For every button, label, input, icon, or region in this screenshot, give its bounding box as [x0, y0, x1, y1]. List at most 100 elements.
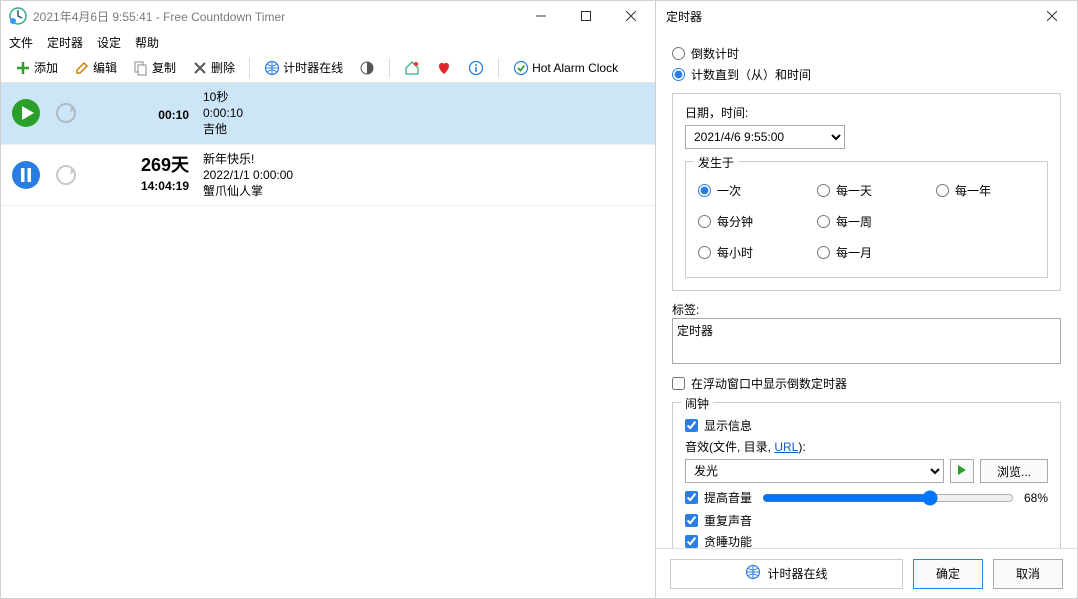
volume-slider[interactable]: [762, 490, 1014, 506]
freq-year[interactable]: 每一年: [936, 182, 1035, 199]
online-label: 计时器在线: [283, 59, 343, 76]
dialog-titlebar: 定时器: [656, 1, 1077, 31]
menu-file[interactable]: 文件: [9, 34, 33, 51]
minimize-button[interactable]: [518, 1, 563, 31]
volume-checkbox[interactable]: [685, 491, 698, 504]
repeat-row[interactable]: 重复声音: [685, 512, 1048, 529]
freq-hour[interactable]: 每小时: [698, 244, 797, 261]
showinfo-checkbox[interactable]: [685, 419, 698, 432]
pause-icon[interactable]: [11, 160, 41, 190]
main-window: 2021年4月6日 9:55:41 - Free Countdown Timer…: [0, 0, 656, 599]
volume-label: 提高音量: [704, 489, 752, 506]
menu-settings[interactable]: 设定: [97, 34, 121, 51]
dialog-close-button[interactable]: [1037, 1, 1067, 31]
tag-textarea[interactable]: 定时器: [672, 318, 1061, 364]
dialog-body: 倒数计时 计数直到（从）和时间 日期，时间: 2021/4/6 9:55:00 …: [656, 31, 1077, 548]
info-icon: [468, 60, 484, 76]
plus-icon: [15, 60, 31, 76]
url-link[interactable]: URL: [774, 440, 798, 454]
timer-meta: 10秒0:00:10吉他: [203, 89, 243, 138]
online-button[interactable]: 计时器在线: [258, 57, 349, 78]
radio-countdown[interactable]: [672, 47, 685, 60]
timer-line2: 0:00:10: [203, 105, 243, 121]
home-button[interactable]: [398, 58, 426, 78]
play-sound-button[interactable]: [950, 459, 974, 483]
datetime-select[interactable]: 2021/4/6 9:55:00: [685, 125, 845, 149]
snooze-checkbox[interactable]: [685, 535, 698, 548]
float-checkbox[interactable]: [672, 377, 685, 390]
separator: [498, 58, 499, 78]
home-icon: [404, 60, 420, 76]
tag-label: 标签:: [672, 303, 699, 317]
volume-percent: 68%: [1024, 491, 1048, 505]
contrast-button[interactable]: [353, 58, 381, 78]
separator: [389, 58, 390, 78]
timer-line3: 蟹爪仙人掌: [203, 183, 293, 199]
freq-once[interactable]: 一次: [698, 182, 797, 199]
timer-meta: 新年快乐!2022/1/1 0:00:00蟹爪仙人掌: [203, 151, 293, 200]
dialog-title: 定时器: [666, 8, 1037, 25]
titlebar: 2021年4月6日 9:55:41 - Free Countdown Timer: [1, 1, 655, 31]
freq-minute[interactable]: 每分钟: [698, 213, 797, 230]
copy-label: 复制: [152, 59, 176, 76]
repeat-checkbox[interactable]: [685, 514, 698, 527]
globe-icon: [264, 60, 280, 76]
maximize-button[interactable]: [563, 1, 608, 31]
timer-line1: 10秒: [203, 89, 243, 105]
snooze-row[interactable]: 贪睡功能: [685, 533, 1048, 548]
x-icon: [192, 60, 208, 76]
timer-row[interactable]: 00:1010秒0:00:10吉他: [1, 83, 655, 145]
radio-target[interactable]: [672, 68, 685, 81]
add-button[interactable]: 添加: [9, 57, 64, 78]
menu-help[interactable]: 帮助: [135, 34, 159, 51]
freq-week[interactable]: 每一周: [817, 213, 916, 230]
footer-online-label: 计时器在线: [767, 565, 827, 582]
close-button[interactable]: [608, 1, 653, 31]
heart-icon: [436, 60, 452, 76]
toolbar: 添加 编辑 复制 删除 计时器在线: [1, 53, 655, 83]
mode-target-radio[interactable]: 计数直到（从）和时间: [672, 66, 1061, 83]
delete-button[interactable]: 删除: [186, 57, 241, 78]
timer-row[interactable]: 269天14:04:19 新年快乐!2022/1/1 0:00:00蟹爪仙人掌: [1, 145, 655, 207]
timer-line3: 吉他: [203, 121, 243, 137]
float-checkbox-row[interactable]: 在浮动窗口中显示倒数定时器: [672, 375, 1061, 392]
frequency-fieldset: 发生于 一次 每一天 每一年 每分钟 每一周 每小时 每一月: [685, 161, 1048, 278]
datetime-label: 日期，时间:: [685, 104, 1048, 121]
freq-day[interactable]: 每一天: [817, 182, 916, 199]
sound-select[interactable]: 发光: [685, 459, 944, 483]
volume-row[interactable]: 提高音量: [685, 489, 752, 506]
browse-button[interactable]: 浏览...: [980, 459, 1048, 483]
delete-label: 删除: [211, 59, 235, 76]
mode-target-label: 计数直到（从）和时间: [691, 66, 811, 83]
edit-button[interactable]: 编辑: [68, 57, 123, 78]
footer-online-link[interactable]: 计时器在线: [670, 559, 903, 589]
mode-countdown-radio[interactable]: 倒数计时: [672, 45, 1061, 62]
timer-line1: 新年快乐!: [203, 151, 293, 167]
datetime-fieldset: 日期，时间: 2021/4/6 9:55:00 发生于 一次 每一天 每一年 每…: [672, 93, 1061, 291]
mode-countdown-label: 倒数计时: [691, 45, 739, 62]
cancel-button[interactable]: 取消: [993, 559, 1063, 589]
window-title: 2021年4月6日 9:55:41 - Free Countdown Timer: [33, 8, 518, 25]
menubar: 文件 定时器 设定 帮助: [1, 31, 655, 53]
timer-clock: 269天14:04:19: [91, 156, 189, 194]
clock-check-icon: [513, 60, 529, 76]
copy-icon: [133, 60, 149, 76]
freq-month[interactable]: 每一月: [817, 244, 916, 261]
app-icon: [9, 7, 27, 25]
timer-list: 00:1010秒0:00:10吉他 269天14:04:19 新年快乐!2022/1…: [1, 83, 655, 598]
info-button[interactable]: [462, 58, 490, 78]
alarm-legend: 闹钟: [681, 395, 713, 412]
loop-icon[interactable]: [55, 102, 77, 124]
showinfo-row[interactable]: 显示信息: [685, 417, 1048, 434]
favorite-button[interactable]: [430, 58, 458, 78]
sound-label: 音效(文件, 目录, URL):: [685, 438, 1048, 455]
loop-icon[interactable]: [55, 164, 77, 186]
ok-button[interactable]: 确定: [913, 559, 983, 589]
copy-button[interactable]: 复制: [127, 57, 182, 78]
menu-timer[interactable]: 定时器: [47, 34, 83, 51]
hot-alarm-button[interactable]: Hot Alarm Clock: [507, 58, 624, 78]
globe-icon: [745, 564, 761, 583]
dialog-footer: 计时器在线 确定 取消: [656, 548, 1077, 598]
play-icon[interactable]: [11, 98, 41, 128]
timer-line2: 2022/1/1 0:00:00: [203, 167, 293, 183]
